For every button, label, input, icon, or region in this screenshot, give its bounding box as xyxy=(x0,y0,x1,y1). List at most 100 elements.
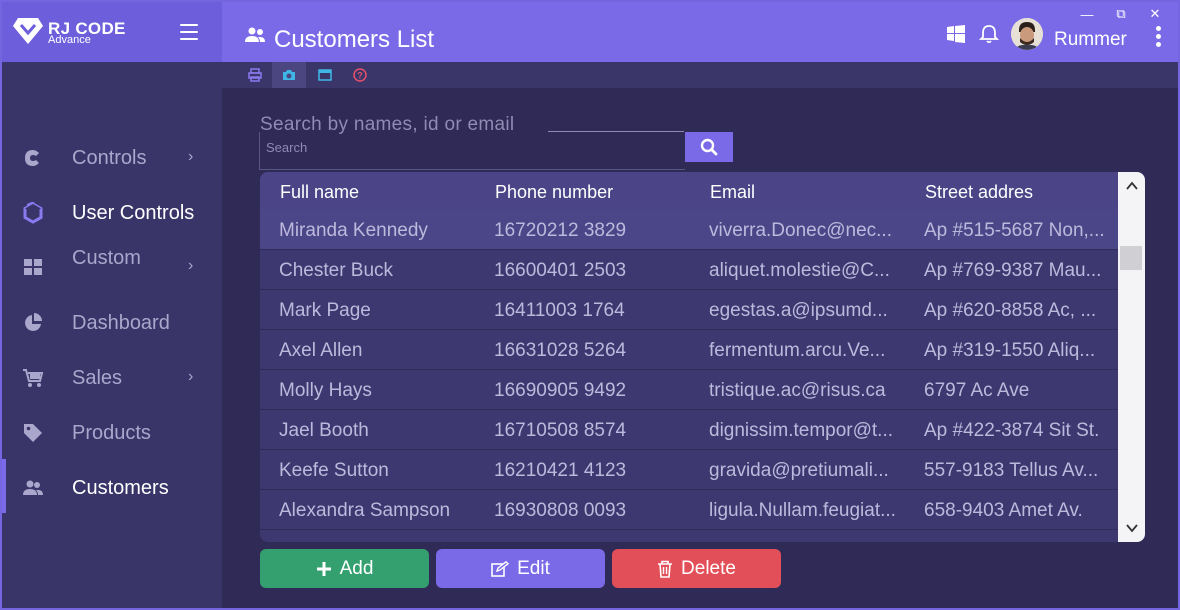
windows-icon[interactable] xyxy=(946,24,966,44)
table-header: Full name Phone number Email Street addr… xyxy=(260,172,1118,210)
sidebar-item-custom[interactable]: Custom › xyxy=(2,237,222,277)
chevron-down-icon[interactable] xyxy=(1124,520,1140,536)
scrollbar-thumb[interactable] xyxy=(1120,246,1142,270)
cell-street: Ap #515-5687 Non,... xyxy=(924,220,1105,241)
app-window: RJ CODE Advance Customers List — ⧉ ✕ Rum… xyxy=(0,0,1180,610)
window-button[interactable] xyxy=(308,62,342,88)
chevron-right-icon: › xyxy=(188,148,194,165)
plus-icon xyxy=(316,561,331,576)
cell-phone: 16600401 2503 xyxy=(494,260,627,281)
delete-button[interactable]: Delete xyxy=(612,549,781,588)
table-row[interactable]: Miranda Kennedy 16720212 3829 viverra.Done… xyxy=(260,210,1118,250)
cell-full-name: Alexandra Sampson xyxy=(279,500,451,521)
bell-icon[interactable] xyxy=(979,24,999,44)
cell-phone: 16720212 3829 xyxy=(494,220,627,241)
cell-full-name: Mark Page xyxy=(279,300,371,321)
users-icon xyxy=(23,480,43,495)
search-box xyxy=(259,132,685,170)
cell-phone: 16631028 5264 xyxy=(494,340,627,361)
sidebar-item-label: Controls xyxy=(72,147,147,169)
more-options-icon[interactable] xyxy=(1156,26,1162,50)
table-row[interactable]: Keefe Sutton 16210421 4123 gravida@pretium… xyxy=(260,450,1118,490)
hamburger-menu-icon[interactable] xyxy=(180,24,198,40)
table-scrollbar[interactable] xyxy=(1118,172,1145,542)
close-button[interactable]: ✕ xyxy=(1138,4,1172,24)
logo-area: RJ CODE Advance xyxy=(2,2,222,62)
sidebar-item-dashboard[interactable]: Dashboard xyxy=(2,302,222,342)
cell-email: fermentum.arcu.Ve... xyxy=(709,340,886,361)
edit-button-label: Edit xyxy=(517,557,550,579)
cell-street: 658-9403 Amet Av. xyxy=(924,500,1083,521)
sidebar-item-label: User Controls xyxy=(72,202,195,224)
sidebar-item-label: Products xyxy=(72,422,151,444)
column-header-street[interactable]: Street addres xyxy=(925,182,1033,203)
table-row[interactable]: Axel Allen 16631028 5264 fermentum.arcu.Ve… xyxy=(260,330,1118,370)
svg-text:?: ? xyxy=(357,71,363,81)
username[interactable]: Rummer xyxy=(1054,29,1127,51)
column-header-phone[interactable]: Phone number xyxy=(495,182,613,203)
sidebar-item-sales[interactable]: Sales › xyxy=(2,357,222,397)
print-button[interactable] xyxy=(238,62,272,88)
table-row[interactable]: Jael Booth 16710508 8574 dignissim.tempor@… xyxy=(260,410,1118,450)
logo-subtitle: Advance xyxy=(48,34,91,46)
column-header-full-name[interactable]: Full name xyxy=(280,182,359,203)
cell-email: gravida@pretiumali... xyxy=(709,460,889,481)
sidebar-item-customers[interactable]: Customers xyxy=(2,467,222,507)
cell-email: ligula.Nullam.feugiat... xyxy=(709,500,896,521)
chevron-right-icon: › xyxy=(188,368,194,385)
column-header-email[interactable]: Email xyxy=(710,182,755,203)
window-icon xyxy=(318,69,332,81)
sidebar-item-controls[interactable]: Controls › xyxy=(2,137,222,177)
table-row[interactable]: Mark Page 16411003 1764 egestas.a@ipsumd..… xyxy=(260,290,1118,330)
cell-phone: 16930808 0093 xyxy=(494,500,627,521)
sidebar-item-label: Dashboard xyxy=(72,312,170,334)
chevron-right-icon: › xyxy=(188,257,194,274)
help-icon: ? xyxy=(353,68,367,82)
search-icon xyxy=(700,138,718,156)
help-button[interactable]: ? xyxy=(343,62,377,88)
table-row[interactable]: Alexandra Sampson 16930808 0093 ligula.Nul… xyxy=(260,490,1118,530)
cell-phone: 16411003 1764 xyxy=(494,300,625,321)
edit-button[interactable]: Edit xyxy=(436,549,605,588)
grid-icon xyxy=(24,259,42,275)
tag-icon xyxy=(24,424,42,442)
customers-table: Full name Phone number Email Street addr… xyxy=(260,172,1145,542)
cell-street: Ap #319-1550 Aliq... xyxy=(924,340,1096,361)
diamond-logo-icon xyxy=(13,18,43,44)
cell-phone: 16210421 4123 xyxy=(494,460,627,481)
page-title: Customers List xyxy=(274,26,435,53)
search-input[interactable] xyxy=(266,138,666,156)
user-photo-icon xyxy=(1011,18,1043,50)
maximize-button[interactable]: ⧉ xyxy=(1104,4,1138,24)
cell-full-name: Miranda Kennedy xyxy=(279,220,428,241)
cell-phone: 16710508 8574 xyxy=(494,420,627,441)
cell-email: aliquet.molestie@C... xyxy=(709,260,890,281)
table-row[interactable]: Molly Hays 16690905 9492 tristique.ac@risu… xyxy=(260,370,1118,410)
search-button[interactable] xyxy=(685,132,733,162)
camera-icon xyxy=(283,70,295,80)
avatar[interactable] xyxy=(1011,18,1043,50)
cell-phone: 16690905 9492 xyxy=(494,380,627,401)
camera-button[interactable] xyxy=(272,62,306,88)
cart-icon xyxy=(23,369,44,387)
edit-icon xyxy=(491,560,510,577)
window-controls: — ⧉ ✕ xyxy=(1070,4,1172,24)
cell-street: Ap #422-3874 Sit St. xyxy=(924,420,1100,441)
cell-street: Ap #769-9387 Mau... xyxy=(924,260,1102,281)
cell-street: 6797 Ac Ave xyxy=(924,380,1030,401)
cell-email: tristique.ac@risus.ca xyxy=(709,380,886,401)
sidebar-item-products[interactable]: Products xyxy=(2,412,222,452)
users-icon xyxy=(245,27,265,42)
minimize-button[interactable]: — xyxy=(1070,4,1104,24)
table-row[interactable]: Chester Buck 16600401 2503 aliquet.molesti… xyxy=(260,250,1118,290)
sidebar-item-label: Custom xyxy=(72,247,141,269)
c-icon xyxy=(25,150,39,166)
header: Customers List — ⧉ ✕ Rummer xyxy=(222,2,1178,62)
add-button-label: Add xyxy=(339,557,374,579)
sidebar: Controls › User Controls Custom › Dashbo… xyxy=(2,62,222,608)
chevron-up-icon[interactable] xyxy=(1124,178,1140,194)
hexagon-icon xyxy=(23,202,43,224)
cell-street: Ap #620-8858 Ac, ... xyxy=(924,300,1097,321)
sidebar-item-user-controls[interactable]: User Controls xyxy=(2,192,222,232)
add-button[interactable]: Add xyxy=(260,549,429,588)
